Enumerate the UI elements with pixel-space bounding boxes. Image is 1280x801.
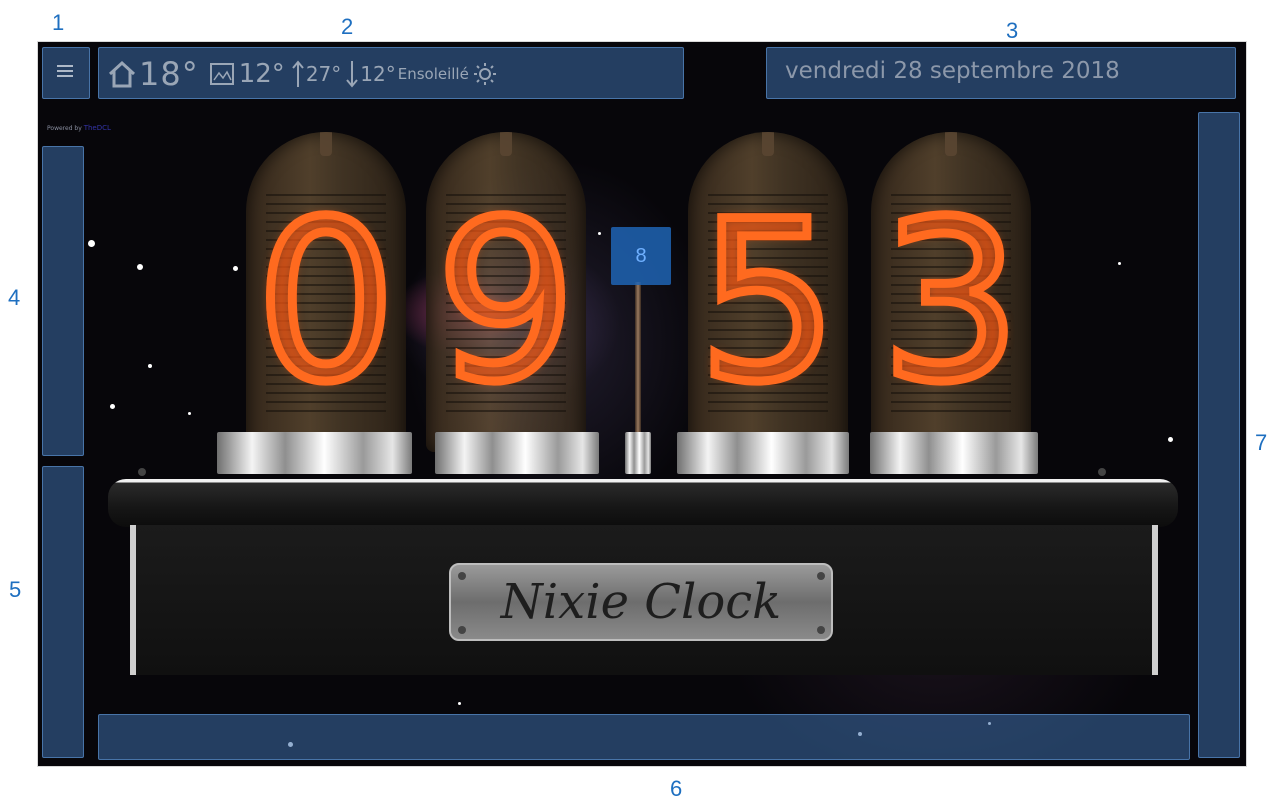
nixie-digit-minute-ones: 3 — [877, 174, 1026, 430]
star — [598, 232, 601, 235]
screw — [138, 468, 146, 476]
screw — [1098, 468, 1106, 476]
sun-icon — [473, 63, 496, 85]
screw — [817, 626, 825, 634]
left-lower-panel[interactable] — [42, 466, 84, 758]
tube-base-3 — [677, 432, 849, 474]
nixie-tube-4: 3 — [871, 132, 1031, 452]
tube-base-2 — [435, 432, 599, 474]
star — [137, 264, 143, 270]
screw — [817, 572, 825, 580]
colon-base — [625, 432, 651, 474]
menu-icon — [57, 65, 73, 77]
star — [148, 364, 152, 368]
callout-8: 8 — [635, 245, 647, 267]
star — [188, 412, 191, 415]
powered-by: Powered by TheDCL — [47, 124, 111, 132]
max-temperature: 27° — [305, 62, 342, 86]
nixie-tube-1: 0 — [246, 132, 406, 452]
nixie-tube-2: 9 — [426, 132, 586, 452]
clock-chassis-top — [108, 479, 1178, 527]
screw — [458, 572, 466, 580]
callout-3: 3 — [1006, 18, 1019, 43]
indoor-temperature: 18° — [139, 55, 199, 93]
weather-condition: Ensoleillé — [397, 65, 469, 83]
nixie-digit-hour-tens: 0 — [252, 174, 401, 430]
star — [1118, 262, 1121, 265]
left-upper-panel[interactable] — [42, 146, 84, 456]
callout-6: 6 — [670, 776, 683, 801]
powered-by-brand[interactable]: TheDCL — [84, 124, 111, 132]
weather-widget[interactable]: 18° 12° 27° 12° Ensoleillé — [98, 47, 684, 99]
callout-1: 1 — [52, 10, 65, 35]
nixie-tube-3: 5 — [688, 132, 848, 452]
tube-tip — [762, 132, 774, 156]
max-temp-arrow-icon — [292, 60, 304, 87]
tube-tip — [320, 132, 332, 156]
star — [110, 404, 115, 409]
tube-tip — [500, 132, 512, 156]
callout-4: 4 — [8, 285, 21, 310]
star — [458, 702, 461, 705]
date-widget[interactable]: vendredi 28 septembre 2018 — [766, 47, 1236, 99]
nixie-digit-hour-ones: 9 — [432, 174, 581, 430]
tube-base-1 — [217, 432, 412, 474]
tube-base-4 — [870, 432, 1038, 474]
powered-by-prefix: Powered by — [47, 125, 82, 132]
outdoor-thermometer-icon — [209, 63, 234, 85]
min-temp-arrow-icon — [346, 61, 359, 88]
nameplate-text: Nixie Clock — [500, 574, 782, 630]
clock-screen: Powered by TheDCL 0 9 5 3 Nixie Clock 18… — [38, 42, 1246, 766]
tube-tip — [945, 132, 957, 156]
nixie-digit-minute-tens: 5 — [694, 174, 843, 430]
min-temperature: 12° — [360, 62, 396, 86]
star — [1168, 437, 1173, 442]
colon-rod — [635, 282, 641, 442]
home-icon — [108, 60, 136, 88]
screw — [458, 626, 466, 634]
center-zone[interactable]: 8 — [611, 227, 671, 285]
callout-7: 7 — [1255, 430, 1268, 455]
right-panel[interactable] — [1198, 112, 1240, 758]
nameplate: Nixie Clock — [449, 563, 833, 641]
callout-5: 5 — [9, 577, 22, 602]
current-date: vendredi 28 septembre 2018 — [785, 58, 1120, 84]
star — [233, 266, 238, 271]
callout-2: 2 — [341, 14, 354, 39]
menu-button[interactable] — [42, 47, 90, 99]
bottom-panel[interactable] — [98, 714, 1190, 760]
outdoor-temperature: 12° — [238, 59, 285, 89]
star — [88, 240, 95, 247]
